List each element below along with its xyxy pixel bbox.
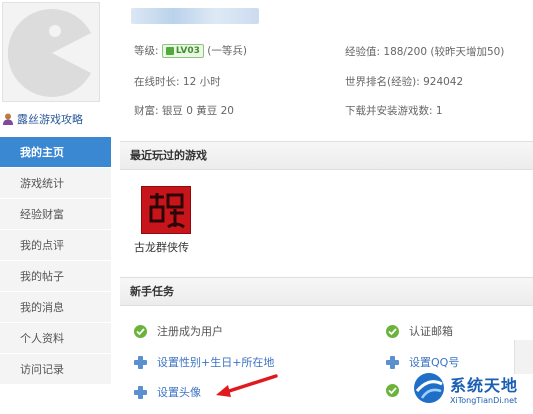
watermark-url: XiTongTianDi.net [450,395,518,405]
exp-info: 经验值: 188/200 (较昨天增加50) [345,44,504,59]
task-register: 注册成为用户 [134,323,223,339]
task-set-avatar[interactable]: 设置头像 [134,384,201,400]
task-link[interactable]: 设置性别+生日+所在地 [157,354,274,370]
task-set-qq[interactable]: 设置QQ号 [386,354,459,370]
plus-icon [134,355,147,369]
downloads-info: 下载并安装游戏数: 1 [345,103,443,118]
exp-label: 经验值: [345,46,381,58]
username[interactable]: 露丝游戏攻略 [17,111,83,127]
recent-games-header: 最近玩过的游戏 [120,141,533,170]
task-label: 认证邮箱 [409,325,453,338]
online-time-info: 在线时长: 12 小时 [134,74,221,89]
level-info: 等级: LV03 (一等兵) [134,43,247,58]
rank-value: 924042 [423,76,464,88]
left-column: 露丝游戏攻略 我的主页 游戏统计 经验财富 我的点评 我的帖子 我的消息 个人资… [0,0,111,414]
task-label: 注册成为用户 [157,325,223,338]
sidebar-item-visit-log[interactable]: 访问记录 [0,354,111,385]
task-extra-done [386,384,399,397]
default-avatar-icon [7,9,92,98]
sidebar-item-game-stats[interactable]: 游戏统计 [0,168,111,199]
wealth-value: 银豆 0 黄豆 20 [161,105,234,117]
level-title: (一等兵) [207,45,247,57]
online-label: 在线时长: [134,76,180,88]
online-value: 12 小时 [182,76,221,88]
game-logo-icon [142,187,190,233]
downloads-value: 1 [435,105,443,117]
sidebar-item-my-reviews[interactable]: 我的点评 [0,230,111,261]
task-link[interactable]: 设置头像 [157,384,201,400]
sidebar-item-profile[interactable]: 个人资料 [0,323,111,354]
game-name[interactable]: 古龙群侠传 [134,239,189,255]
watermark-title: 系统天地 [450,375,519,395]
user-icon [3,113,13,125]
exp-value: 188/200 (较昨天增加50) [383,46,505,58]
task-link[interactable]: 设置QQ号 [409,354,459,370]
wealth-info: 财富: 银豆 0 黄豆 20 [134,103,234,118]
check-icon [134,324,147,338]
sidebar-item-my-posts[interactable]: 我的帖子 [0,261,111,292]
downloads-label: 下载并安装游戏数: [345,105,433,117]
sidebar-item-my-messages[interactable]: 我的消息 [0,292,111,323]
sidebar-nav: 我的主页 游戏统计 经验财富 我的点评 我的帖子 我的消息 个人资料 访问记录 [0,137,111,385]
watermark: 系统天地 XiTongTianDi.net [412,371,518,405]
username-row[interactable]: 露丝游戏攻略 [2,111,83,127]
red-arrow-annotation-icon [216,374,278,397]
task-verify-email: 认证邮箱 [386,323,453,339]
level-badge: LV03 [161,44,204,58]
scroll-edge [514,340,533,374]
check-icon [386,384,399,397]
level-label: 等级: [134,45,159,57]
rank-label: 世界排名(经验): [345,76,420,88]
watermark-logo-icon [414,373,444,403]
avatar[interactable] [2,2,100,102]
blurred-display-name [131,8,259,24]
wealth-label: 财富: [134,105,159,117]
level-badge-icon [165,47,174,55]
plus-icon [386,355,399,369]
game-thumbnail-gulong[interactable] [141,186,191,234]
sidebar-item-exp-wealth[interactable]: 经验财富 [0,199,111,230]
sidebar-item-home[interactable]: 我的主页 [0,137,111,168]
plus-icon [134,385,147,399]
check-icon [386,324,399,338]
world-rank-info: 世界排名(经验): 924042 [345,74,463,89]
newbie-tasks-header: 新手任务 [120,277,533,306]
task-set-gender-birthday-location[interactable]: 设置性别+生日+所在地 [134,354,274,370]
